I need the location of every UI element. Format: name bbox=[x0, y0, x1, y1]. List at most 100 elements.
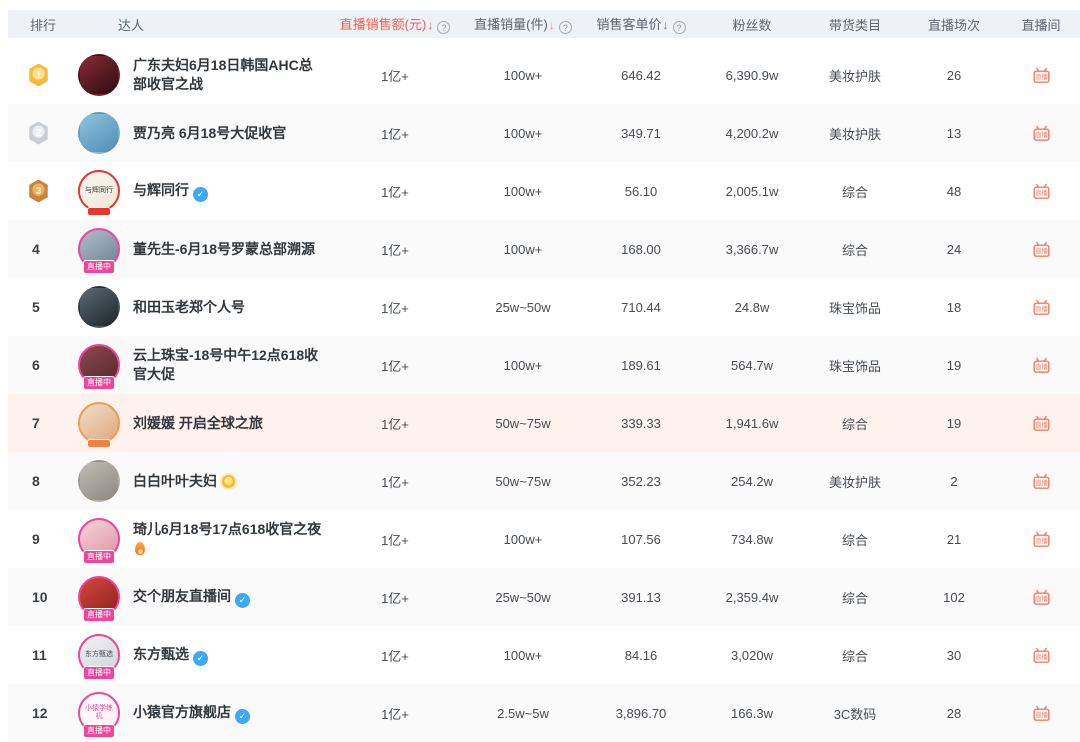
svg-text:直播: 直播 bbox=[1035, 479, 1048, 487]
avatar[interactable]: 东方甄选 直播中 bbox=[78, 634, 120, 680]
table-body: 1 广东夫妇6月18日韩国AHC总部收官之战 1亿+ 100w+ 646.42 … bbox=[8, 46, 1080, 742]
fans-count: 1,941.6w bbox=[725, 415, 779, 431]
table-row[interactable]: 12 小猿学练机 直播中 小猿官方旗舰店 ✓ 1亿+ 2.5w~5w 3,896.… bbox=[8, 684, 1080, 742]
avatar-image[interactable] bbox=[78, 54, 120, 96]
avatar-image[interactable] bbox=[78, 460, 120, 502]
live-room-icon[interactable]: 直播 bbox=[1033, 705, 1050, 722]
rank-cell: 5 bbox=[8, 299, 78, 315]
avg-order-price: 339.33 bbox=[621, 415, 661, 431]
rank-cell: 4 bbox=[8, 241, 78, 257]
help-icon[interactable]: ? bbox=[437, 21, 451, 35]
sort-desc-icon[interactable]: ↓ bbox=[663, 18, 669, 32]
table-row[interactable]: 11 东方甄选 直播中 东方甄选 ✓ 1亿+ 100w+ 84.16 3,020w… bbox=[8, 626, 1080, 684]
influencer-name[interactable]: 琦儿6月18号17点618收官之夜 bbox=[133, 521, 321, 537]
live-room-icon[interactable]: 直播 bbox=[1033, 473, 1050, 490]
sessions-count: 26 bbox=[946, 67, 962, 83]
sales-volume: 100w+ bbox=[503, 647, 543, 663]
avg-order-price: 391.13 bbox=[621, 589, 661, 605]
influencer-name[interactable]: 白白叶叶夫妇 bbox=[133, 473, 217, 489]
live-room-icon[interactable]: 直播 bbox=[1033, 125, 1050, 142]
live-room-icon[interactable]: 直播 bbox=[1033, 531, 1050, 548]
sessions-count: 24 bbox=[946, 241, 962, 257]
avatar-image[interactable] bbox=[78, 402, 120, 444]
table-row[interactable]: 8 白白叶叶夫妇 1亿+ 50w~75w 352.23 254.2w 美妆护肤 … bbox=[8, 452, 1080, 510]
influencer-name[interactable]: 东方甄选 bbox=[133, 646, 189, 662]
table-row[interactable]: 2 贾乃亮 6月18号大促收官 1亿+ 100w+ 349.71 4,200.2… bbox=[8, 104, 1080, 162]
sales-volume: 50w~75w bbox=[495, 415, 551, 431]
sales-amount: 1亿+ bbox=[381, 126, 409, 142]
avg-order-price: 349.71 bbox=[621, 125, 661, 141]
column-header-rank: 排行 bbox=[30, 17, 57, 33]
influencer-cell: 与辉同行 与辉同行 ✓ bbox=[78, 170, 326, 216]
help-icon[interactable]: ? bbox=[672, 21, 686, 35]
avatar[interactable] bbox=[78, 112, 120, 154]
avatar[interactable] bbox=[78, 286, 120, 328]
table-row[interactable]: 6 直播中 云上珠宝-18号中午12点618收官大促 1亿+ 100w+ 189… bbox=[8, 336, 1080, 394]
svg-text:直播: 直播 bbox=[1035, 595, 1048, 603]
influencer-name[interactable]: 与辉同行 bbox=[133, 182, 189, 198]
live-room-icon[interactable]: 直播 bbox=[1033, 415, 1050, 432]
category: 综合 bbox=[841, 590, 868, 606]
live-room-icon[interactable]: 直播 bbox=[1033, 67, 1050, 84]
help-icon[interactable]: ? bbox=[558, 21, 572, 35]
sort-desc-icon[interactable]: ↓ bbox=[427, 18, 433, 32]
category: 珠宝饰品 bbox=[828, 358, 881, 374]
verified-icon: ✓ bbox=[235, 592, 250, 608]
avatar[interactable]: 小猿学练机 直播中 bbox=[78, 692, 120, 738]
column-header-price[interactable]: 销售客单价↓? bbox=[582, 14, 700, 35]
column-header-volume[interactable]: 直播销量(件)↓? bbox=[464, 14, 582, 35]
avatar[interactable]: 直播中 bbox=[78, 344, 120, 390]
rank-number: 9 bbox=[32, 531, 40, 547]
fans-count: 564.7w bbox=[731, 357, 773, 373]
influencer-name[interactable]: 广东夫妇6月18日韩国AHC总部收官之战 bbox=[133, 57, 313, 92]
live-room-icon[interactable]: 直播 bbox=[1033, 357, 1050, 374]
influencer-name[interactable]: 贾乃亮 6月18号大促收官 bbox=[133, 125, 286, 141]
live-room-cell: 直播 bbox=[1002, 589, 1080, 606]
rank-cell: 7 bbox=[8, 415, 78, 431]
avatar[interactable]: 直播中 bbox=[78, 228, 120, 274]
avatar-image[interactable] bbox=[78, 112, 120, 154]
influencer-name[interactable]: 小猿官方旗舰店 bbox=[133, 704, 231, 720]
avatar[interactable]: 与辉同行 bbox=[78, 170, 120, 216]
influencer-name[interactable]: 和田玉老郑个人号 bbox=[133, 299, 245, 315]
influencer-name[interactable]: 云上珠宝-18号中午12点618收官大促 bbox=[133, 347, 318, 382]
avatar[interactable]: 直播中 bbox=[78, 518, 120, 564]
avatar-image[interactable] bbox=[78, 286, 120, 328]
live-room-icon[interactable]: 直播 bbox=[1033, 647, 1050, 664]
live-room-icon[interactable]: 直播 bbox=[1033, 589, 1050, 606]
table-row[interactable]: 4 直播中 董先生-6月18号罗蒙总部溯源 1亿+ 100w+ 168.00 3… bbox=[8, 220, 1080, 278]
avatar-image[interactable]: 与辉同行 bbox=[78, 170, 120, 212]
avatar[interactable] bbox=[78, 402, 120, 448]
live-badge: 直播中 bbox=[83, 550, 115, 564]
live-room-icon[interactable]: 直播 bbox=[1033, 183, 1050, 200]
avatar[interactable]: 直播中 bbox=[78, 576, 120, 622]
avatar[interactable] bbox=[78, 460, 120, 502]
verified-icon: ✓ bbox=[193, 650, 208, 666]
table-row[interactable]: 10 直播中 交个朋友直播间 ✓ 1亿+ 25w~50w 391.13 2,359… bbox=[8, 568, 1080, 626]
live-room-cell: 直播 bbox=[1002, 299, 1080, 316]
rank-cell: 11 bbox=[8, 647, 78, 663]
sales-volume: 50w~75w bbox=[495, 473, 551, 489]
sort-desc-icon[interactable]: ↓ bbox=[549, 18, 555, 32]
avatar-label: 东方甄选 bbox=[85, 651, 113, 658]
live-room-icon[interactable]: 直播 bbox=[1033, 299, 1050, 316]
table-row[interactable]: 9 直播中 琦儿6月18号17点618收官之夜 1亿+ 100w+ 107.56… bbox=[8, 510, 1080, 568]
rank-cell: 1 bbox=[8, 63, 78, 87]
influencer-name[interactable]: 刘媛媛 开启全球之旅 bbox=[133, 415, 263, 431]
rank-medal-icon: 1 bbox=[29, 63, 48, 87]
table-row[interactable]: 7 刘媛媛 开启全球之旅 1亿+ 50w~75w 339.33 1,941.6w… bbox=[8, 394, 1080, 452]
column-header-sales[interactable]: 直播销售额(元)↓? bbox=[326, 14, 464, 35]
avatar[interactable] bbox=[78, 54, 120, 96]
influencer-name[interactable]: 董先生-6月18号罗蒙总部溯源 bbox=[133, 241, 315, 257]
live-room-icon[interactable]: 直播 bbox=[1033, 241, 1050, 258]
live-room-cell: 直播 bbox=[1002, 125, 1080, 142]
table-row[interactable]: 1 广东夫妇6月18日韩国AHC总部收官之战 1亿+ 100w+ 646.42 … bbox=[8, 46, 1080, 104]
category: 综合 bbox=[841, 184, 868, 200]
influencer-cell: 和田玉老郑个人号 bbox=[78, 286, 326, 328]
rank-medal-icon: 2 bbox=[29, 121, 48, 145]
table-row[interactable]: 5 和田玉老郑个人号 1亿+ 25w~50w 710.44 24.8w 珠宝饰品… bbox=[8, 278, 1080, 336]
live-badge: 直播中 bbox=[83, 666, 115, 680]
table-row[interactable]: 3 与辉同行 与辉同行 ✓ 1亿+ 100w+ 56.10 2,005.1w 综合… bbox=[8, 162, 1080, 220]
sales-volume: 2.5w~5w bbox=[497, 705, 549, 721]
influencer-name[interactable]: 交个朋友直播间 bbox=[133, 588, 231, 604]
